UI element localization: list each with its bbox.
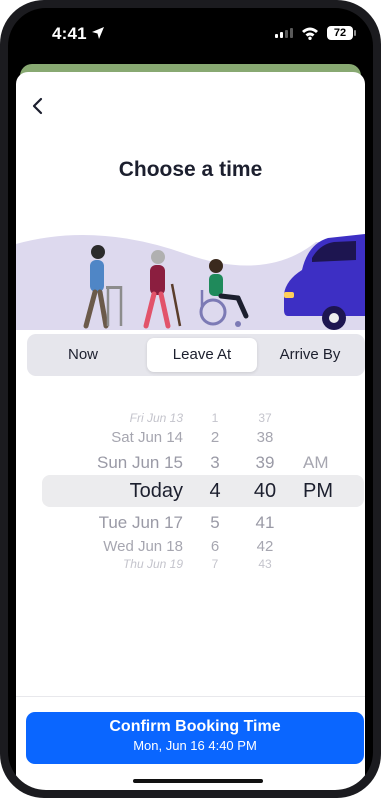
time-picker[interactable]: Fri Jun 13 Sat Jun 14 Sun Jun 15 Today T… [16, 402, 365, 582]
screen: 4:41 72 Choose a time Now Leave At Arriv… [8, 8, 373, 790]
picker-day-item[interactable]: Wed Jun 18 [103, 538, 183, 555]
picker-day-item[interactable]: Tue Jun 17 [99, 513, 183, 533]
status-time: 4:41 [52, 24, 87, 43]
picker-hour-item[interactable]: 2 [200, 429, 230, 446]
phone-frame: 4:41 72 Choose a time Now Leave At Arriv… [0, 0, 381, 798]
picker-hour-item-selected[interactable]: 4 [200, 480, 230, 503]
picker-day-item-selected[interactable]: Today [130, 480, 183, 503]
picker-minute-item[interactable]: 42 [245, 538, 285, 555]
picker-day-item[interactable]: Sun Jun 15 [97, 453, 183, 473]
picker-hour-item[interactable]: 7 [200, 557, 230, 571]
location-arrow-icon [92, 27, 104, 39]
bottom-sheet: Choose a time Now Leave At Arrive By Fri… [16, 72, 365, 790]
picker-period-item-selected[interactable]: PM [303, 480, 333, 503]
signal-icon [275, 28, 293, 38]
picker-day-item[interactable]: Sat Jun 14 [111, 429, 183, 446]
van-illustration [284, 234, 365, 330]
picker-day-item[interactable]: Thu Jun 19 [123, 557, 183, 571]
picker-minute-item[interactable]: 41 [245, 513, 285, 533]
page-title: Choose a time [118, 158, 263, 181]
picker-hour-item[interactable]: 3 [200, 453, 230, 473]
battery-icon: 72 [327, 26, 356, 40]
picker-day-item[interactable]: Fri Jun 13 [130, 411, 183, 425]
tab-now[interactable]: Now [31, 338, 135, 372]
back-button[interactable] [24, 92, 52, 120]
confirm-button-label: Confirm Booking Time [109, 718, 281, 735]
picker-hour-item[interactable]: 1 [200, 411, 230, 425]
home-indicator [133, 779, 263, 783]
confirm-button-sublabel: Mon, Jun 16 4:40 PM [133, 738, 257, 753]
accessibility-illustration [16, 234, 365, 330]
footer-divider [16, 696, 365, 697]
picker-minute-item-selected[interactable]: 40 [245, 480, 285, 503]
picker-minute-item[interactable]: 39 [245, 453, 285, 473]
picker-period-item[interactable]: AM [303, 453, 329, 473]
tab-arrive-by[interactable]: Arrive By [259, 338, 361, 372]
picker-minute-item[interactable]: 43 [245, 557, 285, 571]
back-chevron-icon [32, 97, 43, 115]
tab-leave-at[interactable]: Leave At [147, 338, 257, 372]
picker-minute-item[interactable]: 37 [245, 411, 285, 425]
picker-minute-item[interactable]: 38 [245, 429, 285, 446]
picker-hour-item[interactable]: 6 [200, 538, 230, 555]
status-bar: 4:41 72 [8, 8, 373, 60]
confirm-booking-button[interactable]: Confirm Booking Time Mon, Jun 16 4:40 PM [26, 712, 364, 764]
battery-level: 72 [333, 27, 347, 39]
mode-segmented-control: Now Leave At Arrive By [27, 334, 365, 376]
picker-hour-item[interactable]: 5 [200, 513, 230, 533]
wifi-icon [302, 27, 318, 40]
